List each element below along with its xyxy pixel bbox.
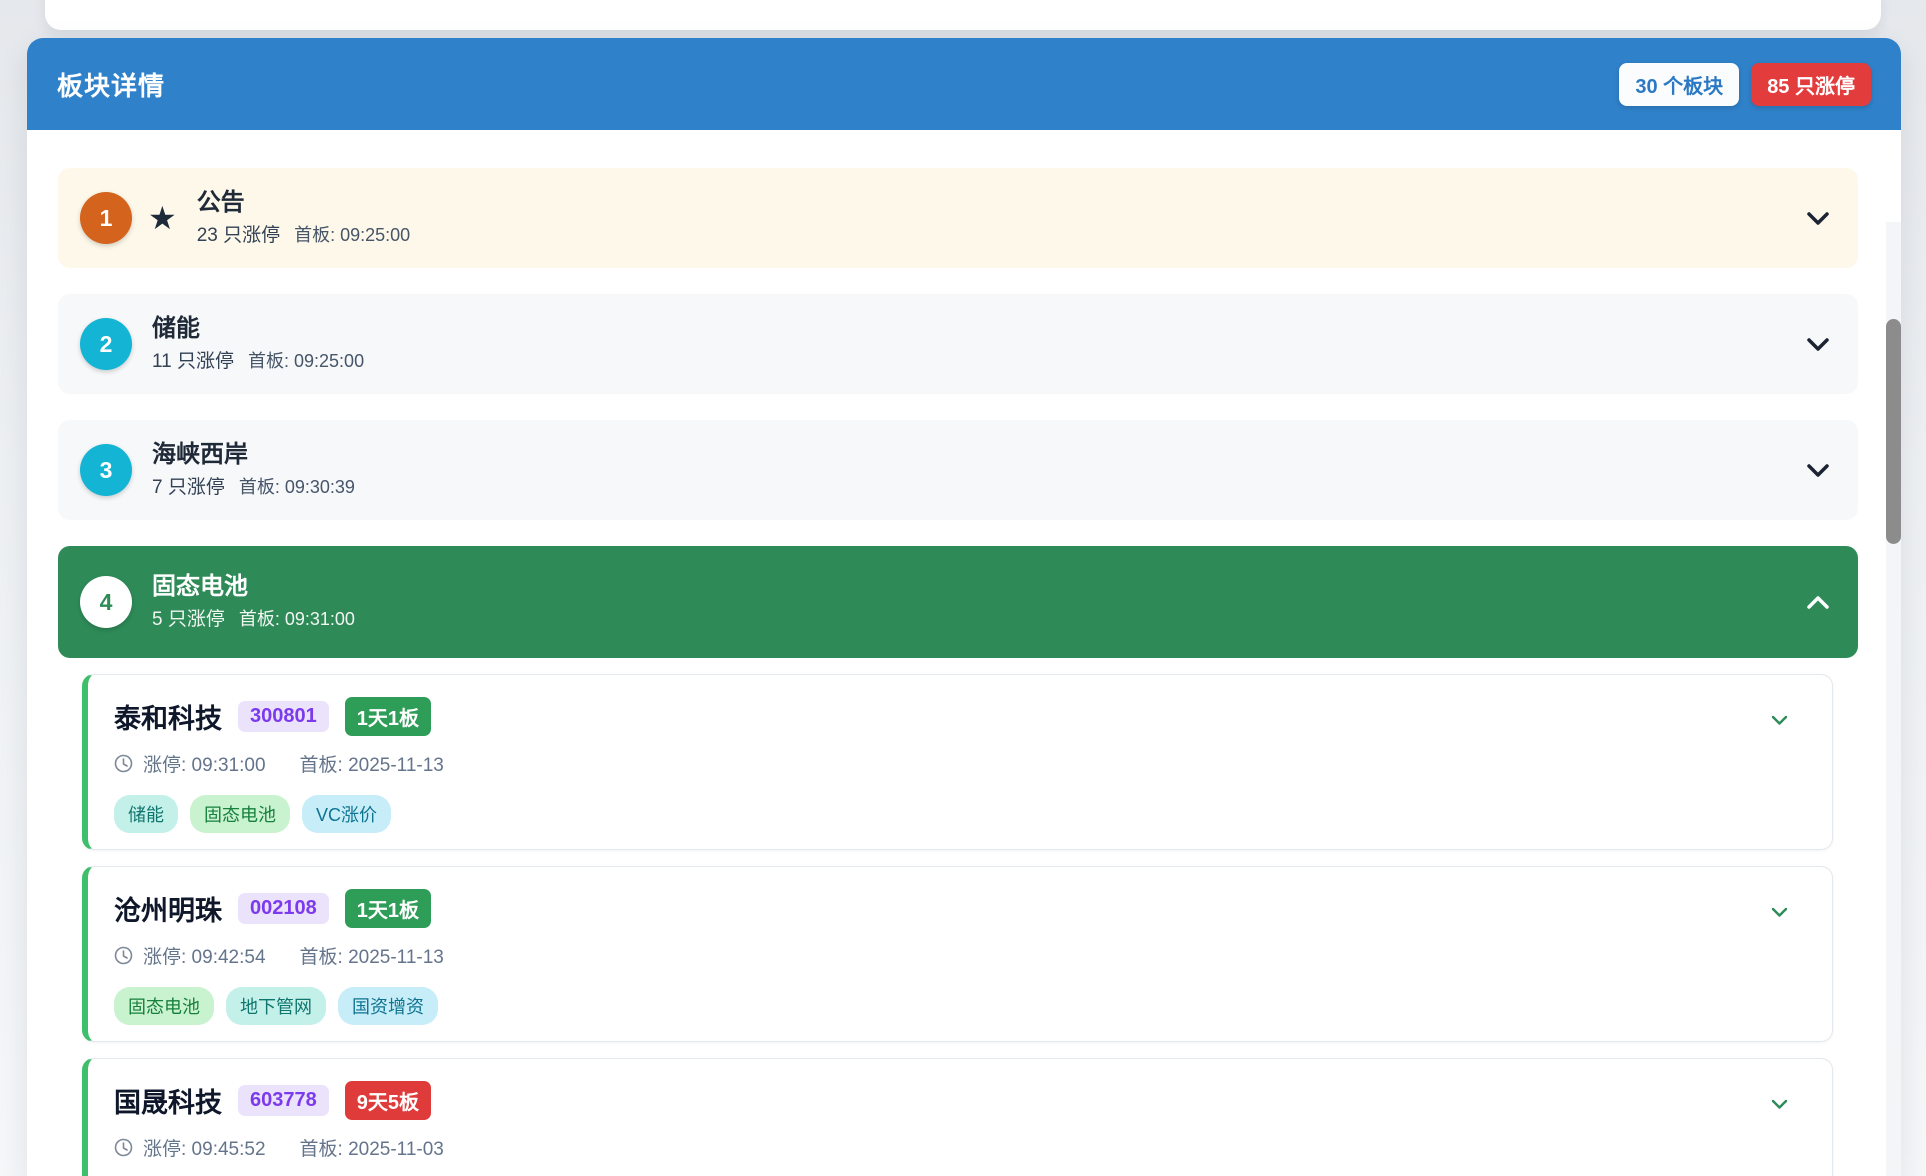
limit-up-time: 涨停: 09:42:54 xyxy=(143,942,266,969)
sector-rank-number: 4 xyxy=(100,589,113,616)
sector-text: 公告 23 只涨停首板: 09:25:00 xyxy=(197,188,411,248)
clock-icon xyxy=(114,1138,133,1157)
sector-subtitle: 23 只涨停首板: 09:25:00 xyxy=(197,223,411,248)
sector-first-board-time: 首板: 09:30:39 xyxy=(239,477,355,497)
stock-theme-tag[interactable]: 地下管网 xyxy=(226,987,326,1025)
stock-tags: 固态电池地下管网国资增资 xyxy=(114,987,1806,1025)
sector-first-board-time: 首板: 09:31:00 xyxy=(239,609,355,629)
first-board-date: 首板: 2025-11-13 xyxy=(300,942,444,969)
sector-text: 固态电池 5 只涨停首板: 09:31:00 xyxy=(152,572,355,632)
stock-code-badge: 002108 xyxy=(238,893,329,924)
stock-theme-tag[interactable]: VC涨价 xyxy=(302,795,391,833)
stock-theme-tag[interactable]: 国资增资 xyxy=(338,987,438,1025)
sector-name: 海峡西岸 xyxy=(152,440,355,470)
chevron-icon xyxy=(1806,211,1830,226)
sector-name: 公告 xyxy=(197,188,411,218)
stock-card[interactable]: 泰和科技 300801 1天1板 xyxy=(82,674,1833,850)
sector-row[interactable]: 3 ★ 海峡西岸 7 只涨停首板: 09:30:39 xyxy=(58,420,1858,520)
stock-meta: 涨停: 09:45:52 首板: 2025-11-03 xyxy=(114,1134,1806,1161)
chevron-down-icon xyxy=(1771,905,1788,923)
sector-rank-number: 2 xyxy=(100,331,113,358)
stock-meta: 涨停: 09:42:54 首板: 2025-11-13 xyxy=(114,942,1806,969)
stock-head: 国晟科技 603778 9天5板 xyxy=(114,1081,1806,1120)
stock-card[interactable]: 国晟科技 603778 9天5板 xyxy=(82,1058,1833,1176)
sector-first-board-time: 首板: 09:25:00 xyxy=(248,351,364,371)
sector-limitup-count: 7 只涨停 xyxy=(152,477,225,498)
scrollbar-track[interactable] xyxy=(1886,222,1901,1176)
first-board-date: 首板: 2025-11-03 xyxy=(300,1134,444,1161)
sector-text: 储能 11 只涨停首板: 09:25:00 xyxy=(152,314,364,374)
clock-icon xyxy=(114,754,133,773)
sector-rank-badge: 4 xyxy=(80,576,132,628)
sector-limitup-count: 23 只涨停 xyxy=(197,225,280,246)
sector-row[interactable]: 1 ★ 公告 23 只涨停首板: 09:25:00 xyxy=(58,168,1858,268)
chevron-down-icon xyxy=(1771,1097,1788,1115)
sector-row[interactable]: 4 ★ 固态电池 5 只涨停首板: 09:31:00 xyxy=(58,546,1858,658)
limit-up-time: 涨停: 09:31:00 xyxy=(143,750,266,777)
first-board-date: 首板: 2025-11-13 xyxy=(300,750,444,777)
stock-head: 泰和科技 300801 1天1板 xyxy=(114,697,1806,736)
header-badges: 30 个板块 85 只涨停 xyxy=(1619,63,1871,106)
sectors-container: 1 ★ 公告 23 只涨停首板: 09:25:00 xyxy=(58,168,1858,658)
stock-head: 沧州明珠 002108 1天1板 xyxy=(114,889,1806,928)
sector-subtitle: 5 只涨停首板: 09:31:00 xyxy=(152,607,355,632)
stock-name: 泰和科技 xyxy=(114,697,222,736)
limitup-count-badge: 85 只涨停 xyxy=(1751,63,1871,106)
clock-icon xyxy=(114,946,133,965)
panel-header: 板块详情 30 个板块 85 只涨停 xyxy=(27,38,1901,130)
stock-theme-tag[interactable]: 固态电池 xyxy=(190,795,290,833)
stock-code-badge: 300801 xyxy=(238,701,329,732)
chevron-icon xyxy=(1806,595,1830,610)
stock-theme-tag[interactable]: 储能 xyxy=(114,795,178,833)
stock-code-badge: 603778 xyxy=(238,1085,329,1116)
sector-rank-badge: 3 xyxy=(80,444,132,496)
chevron-icon xyxy=(1806,337,1830,352)
sector-detail-panel: 板块详情 30 个板块 85 只涨停 1 ★ 公告 23 只涨停首板: 09:2… xyxy=(27,38,1901,1176)
limit-up-time: 涨停: 09:45:52 xyxy=(143,1134,266,1161)
chevron-icon xyxy=(1806,463,1830,478)
sector-text: 海峡西岸 7 只涨停首板: 09:30:39 xyxy=(152,440,355,500)
scrollbar-thumb[interactable] xyxy=(1886,319,1901,544)
star-icon: ★ xyxy=(148,202,177,234)
stock-tags: 储能固态电池 VC涨价 xyxy=(114,795,1806,833)
sector-rank-badge: 1 xyxy=(80,192,132,244)
stock-theme-tag[interactable]: 固态电池 xyxy=(114,987,214,1025)
sector-row[interactable]: 2 ★ 储能 11 只涨停首板: 09:25:00 xyxy=(58,294,1858,394)
sector-rank-badge: 2 xyxy=(80,318,132,370)
sector-name: 储能 xyxy=(152,314,364,344)
sector-subtitle: 7 只涨停首板: 09:30:39 xyxy=(152,475,355,500)
sector-rank-number: 3 xyxy=(100,457,113,484)
sector-list: 1 ★ 公告 23 只涨停首板: 09:25:00 xyxy=(27,130,1901,1176)
stock-card[interactable]: 沧州明珠 002108 1天1板 xyxy=(82,866,1833,1042)
stock-name: 沧州明珠 xyxy=(114,889,222,928)
sector-first-board-time: 首板: 09:25:00 xyxy=(294,225,410,245)
panel-title: 板块详情 xyxy=(57,66,165,103)
sector-rank-number: 1 xyxy=(100,205,113,232)
sector-name: 固态电池 xyxy=(152,572,355,602)
stock-list: 泰和科技 300801 1天1板 xyxy=(82,674,1833,1176)
stock-meta: 涨停: 09:31:00 首板: 2025-11-13 xyxy=(114,750,1806,777)
sector-limitup-count: 11 只涨停 xyxy=(152,351,234,372)
streak-badge: 1天1板 xyxy=(345,889,431,928)
streak-badge: 1天1板 xyxy=(345,697,431,736)
previous-card-bottom xyxy=(45,0,1881,30)
sector-count-badge: 30 个板块 xyxy=(1619,63,1739,106)
stock-name: 国晟科技 xyxy=(114,1081,222,1120)
streak-badge: 9天5板 xyxy=(345,1081,431,1120)
sector-limitup-count: 5 只涨停 xyxy=(152,609,225,630)
chevron-down-icon xyxy=(1771,713,1788,731)
sector-subtitle: 11 只涨停首板: 09:25:00 xyxy=(152,349,364,374)
